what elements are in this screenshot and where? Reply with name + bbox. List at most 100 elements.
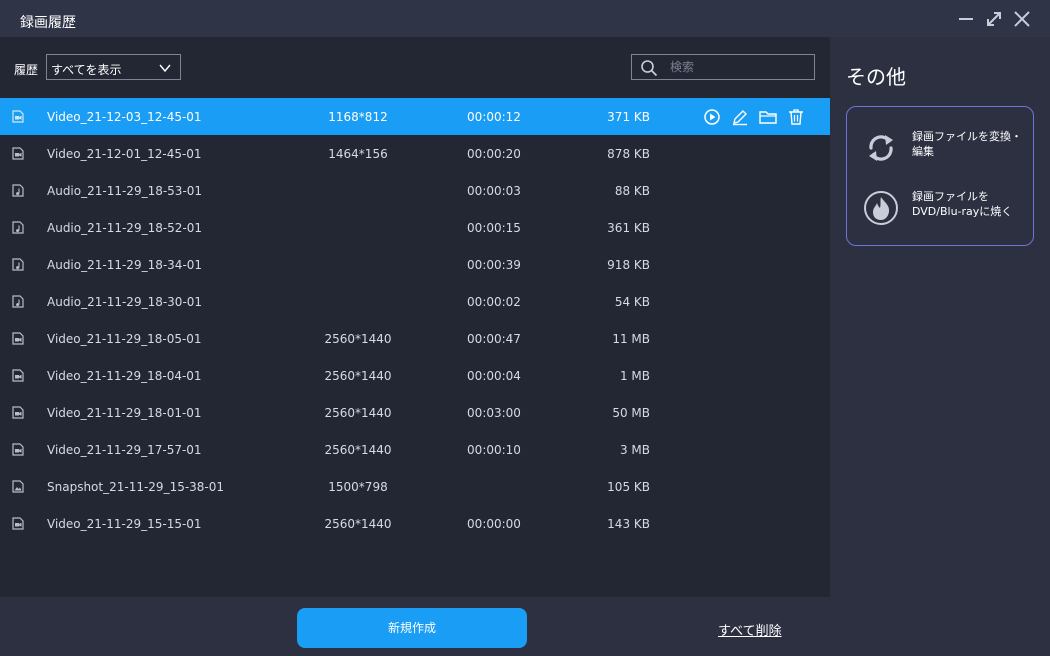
video-file-icon [12,517,24,530]
recording-duration: 00:00:04 [467,369,521,383]
convert-icon [869,135,893,161]
recording-row[interactable]: Audio_21-11-29_18-53-01 00:00:03 88 KB [0,172,830,209]
recording-duration: 00:00:15 [467,221,521,235]
recording-row[interactable]: Audio_21-11-29_18-52-01 00:00:15 361 KB [0,209,830,246]
search-box[interactable] [631,54,815,80]
recording-size: 50 MB [612,406,650,420]
recording-resolution: 2560*1440 [324,406,392,420]
maximize-button[interactable] [983,8,1005,30]
audio-file-icon [12,221,24,234]
filter-dropdown[interactable]: すべてを表示 [46,54,181,80]
filter-selected-value: すべてを表示 [51,63,122,77]
search-icon [641,60,658,77]
recording-name: Video_21-11-29_18-01-01 [47,406,202,420]
search-input[interactable] [670,58,810,76]
recording-duration: 00:03:00 [467,406,521,420]
recording-row[interactable]: Video_21-11-29_18-04-01 2560*1440 00:00:04… [0,357,830,394]
recording-duration: 00:00:00 [467,517,521,531]
recording-size: 1 MB [619,369,650,383]
recording-size: 11 MB [612,332,650,346]
recording-name: Video_21-11-29_15-15-01 [47,517,202,531]
recording-row[interactable]: Audio_21-11-29_18-34-01 00:00:39 918 KB [0,246,830,283]
audio-file-icon [12,295,24,308]
video-file-icon [12,147,24,160]
new-recording-button[interactable]: 新規作成 [297,608,527,648]
recording-resolution: 2560*1440 [324,369,392,383]
trash-icon[interactable] [786,107,806,127]
recording-size: 878 KB [607,147,650,161]
recording-name: Audio_21-11-29_18-34-01 [47,258,203,272]
burn-icon [864,191,898,225]
recording-list-panel: 履歴 すべてを表示 Video_21-12-03_12-45-01 1168*81… [0,37,830,597]
convert-edit-tool[interactable]: 録画ファイルを変換・編集 [847,122,1033,172]
recording-name: Video_21-11-29_17-57-01 [47,443,202,457]
recording-size: 361 KB [607,221,650,235]
recording-size: 3 MB [619,443,650,457]
burn-disc-label: 録画ファイルをDVD/Blu-rayに焼く [912,190,1013,218]
recording-row[interactable]: Video_21-12-01_12-45-01 1464*156 00:00:20 8… [0,135,830,172]
audio-file-icon [12,258,24,271]
video-file-icon [12,369,24,382]
recording-duration: 00:00:10 [467,443,521,457]
minimize-icon [959,18,973,20]
recording-size: 371 KB [607,110,650,124]
recording-name: Audio_21-11-29_18-30-01 [47,295,203,309]
recording-row[interactable]: Video_21-11-29_15-15-01 2560*1440 00:00:00… [0,505,830,542]
recording-name: Audio_21-11-29_18-53-01 [47,184,203,198]
edit-icon[interactable] [730,107,750,127]
recording-resolution: 1168*812 [328,110,388,124]
recording-resolution: 1500*798 [328,480,388,494]
recording-name: Video_21-11-29_18-05-01 [47,332,202,346]
recording-resolution: 1464*156 [328,147,388,161]
recording-name: Video_21-11-29_18-04-01 [47,369,202,383]
expand-icon [987,12,1001,26]
chevron-down-icon [159,64,171,73]
recording-size: 143 KB [607,517,650,531]
recording-size: 105 KB [607,480,650,494]
recording-duration: 00:00:03 [467,184,521,198]
recording-resolution: 2560*1440 [324,517,392,531]
folder-icon[interactable] [758,107,778,127]
recording-name: Audio_21-11-29_18-52-01 [47,221,203,235]
title-bar: 録画履歴 [0,0,1050,37]
minimize-button[interactable] [955,8,977,30]
recording-size: 918 KB [607,258,650,272]
recording-name: Video_21-12-03_12-45-01 [47,110,202,124]
audio-file-icon [12,184,24,197]
convert-edit-label: 録画ファイルを変換・編集 [912,130,1022,158]
recording-duration: 00:00:20 [467,147,521,161]
recording-row[interactable]: Video_21-11-29_18-05-01 2560*1440 00:00:47… [0,320,830,357]
side-panel-title: その他 [846,65,906,89]
recording-table: Video_21-12-03_12-45-01 1168*812 00:00:12 3… [0,98,830,542]
recording-row[interactable]: Video_21-11-29_17-57-01 2560*1440 00:00:10… [0,431,830,468]
tools-card: 録画ファイルを変換・編集 録画ファイルをDVD/Blu-rayに焼く [846,106,1034,246]
recording-row[interactable]: Snapshot_21-11-29_15-38-01 1500*798 105 KB [0,468,830,505]
recording-row[interactable]: Video_21-11-29_18-01-01 2560*1440 00:03:00… [0,394,830,431]
video-file-icon [12,443,24,456]
image-file-icon [12,480,24,493]
close-button[interactable] [1011,8,1033,30]
recording-row[interactable]: Video_21-12-03_12-45-01 1168*812 00:00:12 3… [0,98,830,135]
recording-name: Snapshot_21-11-29_15-38-01 [47,480,225,494]
video-file-icon [12,110,24,123]
video-file-icon [12,332,24,345]
recording-name: Video_21-12-01_12-45-01 [47,147,202,161]
recording-size: 54 KB [614,295,650,309]
recording-row[interactable]: Audio_21-11-29_18-30-01 00:00:02 54 KB [0,283,830,320]
close-icon [1014,11,1030,27]
filter-label: 履歴 [14,63,39,77]
video-file-icon [12,406,24,419]
recording-resolution: 2560*1440 [324,443,392,457]
footer-bar: 新規作成 すべて削除 [0,597,830,656]
side-panel: その他 録画ファイルを変換・編集 録画ファイルをDVD/Blu-rayに焼く [830,37,1050,656]
play-icon[interactable] [702,107,722,127]
recording-size: 88 KB [614,184,650,198]
recording-duration: 00:00:47 [467,332,521,346]
delete-all-link[interactable]: すべて削除 [718,620,782,639]
recording-duration: 00:00:02 [467,295,521,309]
recording-duration: 00:00:12 [467,110,521,124]
recording-duration: 00:00:39 [467,258,521,272]
window-title: 録画履歴 [20,15,76,31]
burn-disc-tool[interactable]: 録画ファイルをDVD/Blu-rayに焼く [847,182,1033,232]
recording-resolution: 2560*1440 [324,332,392,346]
